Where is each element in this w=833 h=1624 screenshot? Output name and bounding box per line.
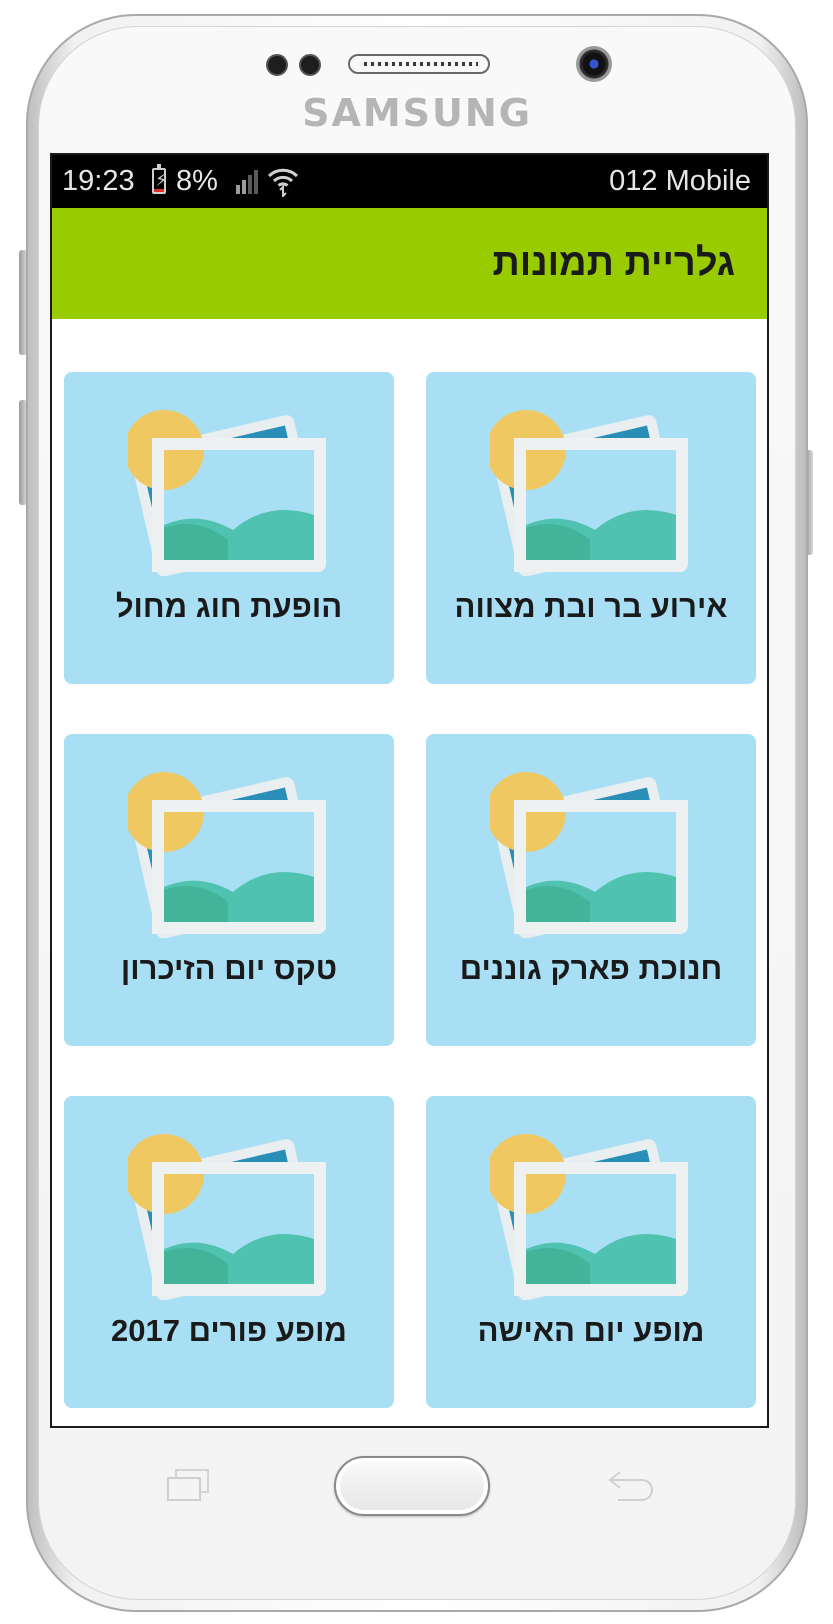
light-sensor [299, 54, 321, 76]
tile-label: אירוע בר ובת מצווה [454, 589, 728, 624]
page-title: גלריית תמונות [492, 242, 735, 284]
gallery-tile-park-inauguration[interactable]: חנוכת פארק גוננים [426, 734, 756, 1046]
gallery-tile-womens-day-show[interactable]: מופע יום האישה [426, 1096, 756, 1408]
tile-label: מופע פורים 2017 [111, 1313, 347, 1348]
wifi-icon [267, 168, 299, 197]
screen: 19:23 ⚡ 8% 012 Mobile גלריית תמונות אירו… [50, 153, 769, 1428]
recent-apps-icon[interactable] [166, 1468, 210, 1502]
photo-gallery-icon [128, 410, 326, 576]
proximity-sensor [266, 54, 288, 76]
carrier-name: 012 Mobile [609, 165, 751, 197]
tile-label: חנוכת פארק גוננים [459, 951, 723, 986]
earpiece-speaker [348, 54, 490, 74]
tile-label: טקס יום הזיכרון [120, 951, 338, 986]
photo-gallery-icon [128, 772, 326, 938]
photo-gallery-icon [490, 772, 688, 938]
tile-label: הופעת חוג מחול [115, 589, 343, 624]
battery-percent: 8% [176, 165, 218, 197]
brand-logo: SAMSUNG [300, 90, 534, 134]
home-button[interactable] [334, 1456, 490, 1516]
gallery-tile-memorial-ceremony[interactable]: טקס יום הזיכרון [64, 734, 394, 1046]
front-camera-icon [576, 46, 612, 82]
back-icon[interactable] [604, 1466, 656, 1502]
charging-bolt-icon: ⚡ [155, 170, 168, 190]
gallery-grid: אירוע בר ובת מצווה הופעת חוג מחול חנוכת … [52, 319, 767, 1426]
gallery-tile-dance-show[interactable]: הופעת חוג מחול [64, 372, 394, 684]
status-bar: 19:23 ⚡ 8% 012 Mobile [52, 155, 767, 208]
signal-icon [236, 170, 258, 194]
app-bar: גלריית תמונות [52, 208, 767, 319]
tile-label: מופע יום האישה [477, 1313, 705, 1348]
photo-gallery-icon [490, 400, 688, 576]
photo-gallery-icon [128, 1134, 326, 1300]
status-time: 19:23 [62, 165, 135, 197]
gallery-tile-purim-show[interactable]: מופע פורים 2017 [64, 1096, 394, 1408]
photo-gallery-icon [490, 1134, 688, 1300]
gallery-tile-bar-bat-mitzvah[interactable]: אירוע בר ובת מצווה [426, 372, 756, 684]
